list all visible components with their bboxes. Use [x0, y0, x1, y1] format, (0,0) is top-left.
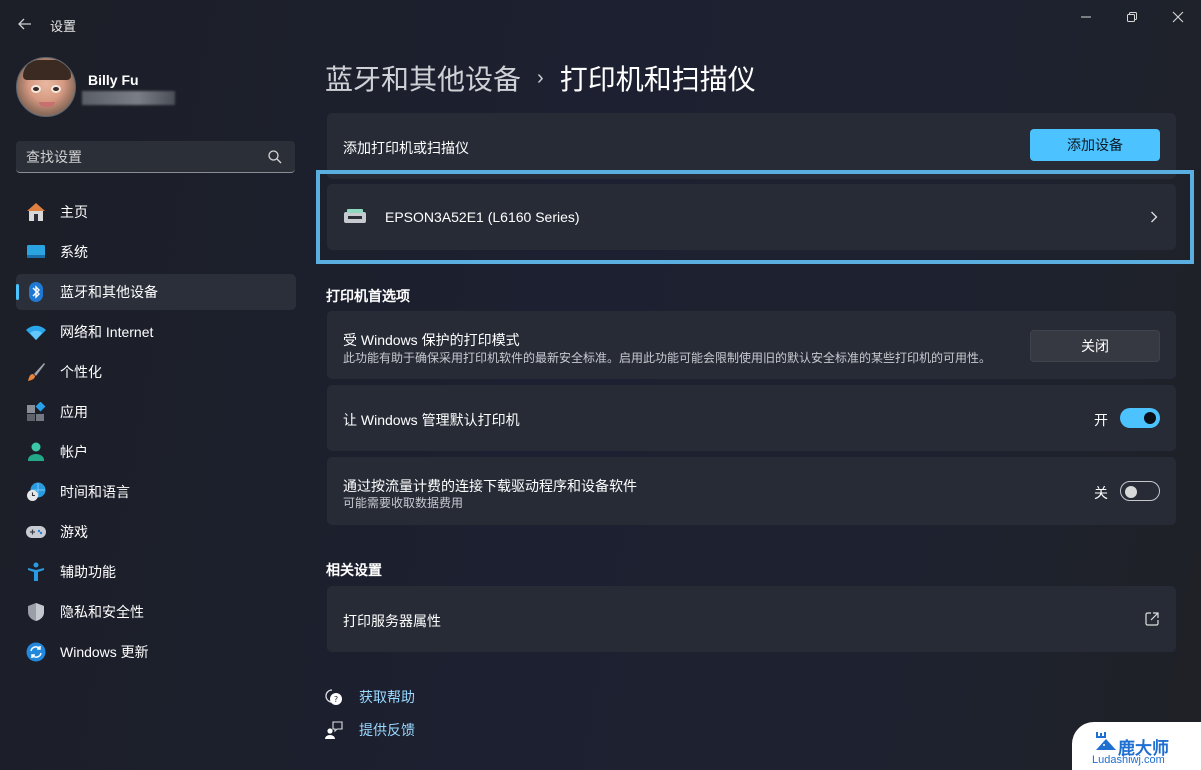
sidebar-item-apps[interactable]: 应用	[16, 394, 296, 430]
sidebar-item-time-language[interactable]: 时间和语言	[16, 474, 296, 510]
feedback-icon	[325, 721, 343, 739]
help-icon: ?	[325, 689, 342, 705]
sidebar-item-system[interactable]: 系统	[16, 234, 296, 270]
sidebar-item-bluetooth[interactable]: 蓝牙和其他设备	[16, 274, 296, 310]
svg-text:?: ?	[334, 695, 338, 704]
manage-default-title: 让 Windows 管理默认打印机	[343, 412, 520, 428]
home-icon	[27, 203, 45, 221]
sidebar-item-accessibility[interactable]: 辅助功能	[16, 554, 296, 590]
manage-default-toggle[interactable]	[1120, 408, 1160, 428]
breadcrumb: 蓝牙和其他设备 › 打印机和扫描仪	[325, 58, 756, 98]
search-icon[interactable]	[267, 149, 283, 165]
sidebar-item-personalization[interactable]: 个性化	[16, 354, 296, 390]
user-name: Billy Fu	[88, 72, 139, 88]
sidebar-item-home[interactable]: 主页	[16, 194, 296, 230]
printer-highlight-frame	[316, 170, 1194, 264]
manage-default-state-label: 开	[1094, 412, 1108, 428]
close-button[interactable]	[1160, 6, 1196, 28]
metered-download-card: 通过按流量计费的连接下载驱动程序和设备软件 可能需要收取数据费用 关	[327, 457, 1176, 525]
breadcrumb-separator: ›	[537, 66, 544, 89]
metered-download-description: 可能需要收取数据费用	[343, 496, 464, 510]
account-icon	[28, 442, 44, 461]
sidebar-item-gaming[interactable]: 游戏	[16, 514, 296, 550]
breadcrumb-parent[interactable]: 蓝牙和其他设备	[325, 58, 521, 98]
accessibility-icon	[28, 562, 44, 581]
sidebar-nav: 主页 系统 蓝牙和其他设备 网络和 Internet 个性化 应用 帐户 时间和…	[16, 194, 296, 674]
add-device-button[interactable]: 添加设备	[1030, 129, 1160, 161]
active-indicator	[16, 284, 19, 300]
search-box[interactable]	[16, 141, 295, 173]
protected-mode-description: 此功能有助于确保采用打印机软件的最新安全标准。启用此功能可能会限制使用旧的默认安…	[343, 351, 992, 365]
wifi-icon	[26, 325, 46, 340]
get-help-link[interactable]: ? 获取帮助	[325, 686, 415, 708]
sidebar-item-network[interactable]: 网络和 Internet	[16, 314, 296, 350]
minimize-icon	[1081, 16, 1091, 18]
restore-button[interactable]	[1114, 6, 1150, 28]
app-title: 设置	[50, 19, 77, 34]
minimize-button[interactable]	[1068, 6, 1104, 28]
turn-off-button[interactable]: 关闭	[1030, 330, 1160, 362]
back-button[interactable]	[14, 13, 36, 35]
protected-print-mode-card: 受 Windows 保护的打印模式 此功能有助于确保采用打印机软件的最新安全标准…	[327, 311, 1176, 379]
windows-update-icon	[26, 642, 46, 662]
protected-mode-title: 受 Windows 保护的打印模式	[343, 332, 520, 348]
open-external-icon	[1145, 612, 1159, 626]
sidebar-item-accounts[interactable]: 帐户	[16, 434, 296, 470]
user-email-redacted	[82, 91, 175, 105]
system-display-icon	[27, 245, 45, 258]
watermark-logo: 鹿大师 Ludashiwj.com	[1072, 722, 1201, 770]
manage-default-printer-card: 让 Windows 管理默认打印机 开	[327, 385, 1176, 451]
search-input[interactable]	[26, 147, 266, 167]
restore-icon	[1127, 12, 1137, 22]
watermark-url: Ludashiwj.com	[1092, 754, 1165, 766]
apps-icon	[27, 402, 46, 421]
metered-download-state-label: 关	[1094, 485, 1108, 501]
bluetooth-icon	[29, 282, 43, 302]
sidebar-item-windows-update[interactable]: Windows 更新	[16, 634, 296, 670]
arrow-left-icon	[18, 18, 31, 30]
page-title: 打印机和扫描仪	[559, 64, 756, 95]
avatar[interactable]	[16, 57, 76, 117]
give-feedback-link[interactable]: 提供反馈	[325, 719, 415, 741]
metered-download-toggle[interactable]	[1120, 481, 1160, 501]
title-bar: 设置	[0, 0, 1201, 48]
print-server-properties-title: 打印服务器属性	[343, 613, 441, 629]
section-heading-printer-preferences: 打印机首选项	[326, 288, 410, 304]
section-heading-related-settings: 相关设置	[326, 562, 382, 578]
paintbrush-icon	[28, 363, 45, 381]
time-language-icon	[27, 482, 46, 501]
shield-icon	[28, 603, 44, 621]
close-icon	[1172, 11, 1184, 23]
add-printer-label: 添加打印机或扫描仪	[343, 140, 469, 156]
gamepad-icon	[26, 526, 46, 538]
print-server-properties-card[interactable]: 打印服务器属性	[327, 586, 1176, 652]
sidebar-item-privacy[interactable]: 隐私和安全性	[16, 594, 296, 630]
metered-download-title: 通过按流量计费的连接下载驱动程序和设备软件	[343, 478, 637, 494]
deer-logo-icon	[1096, 732, 1116, 750]
